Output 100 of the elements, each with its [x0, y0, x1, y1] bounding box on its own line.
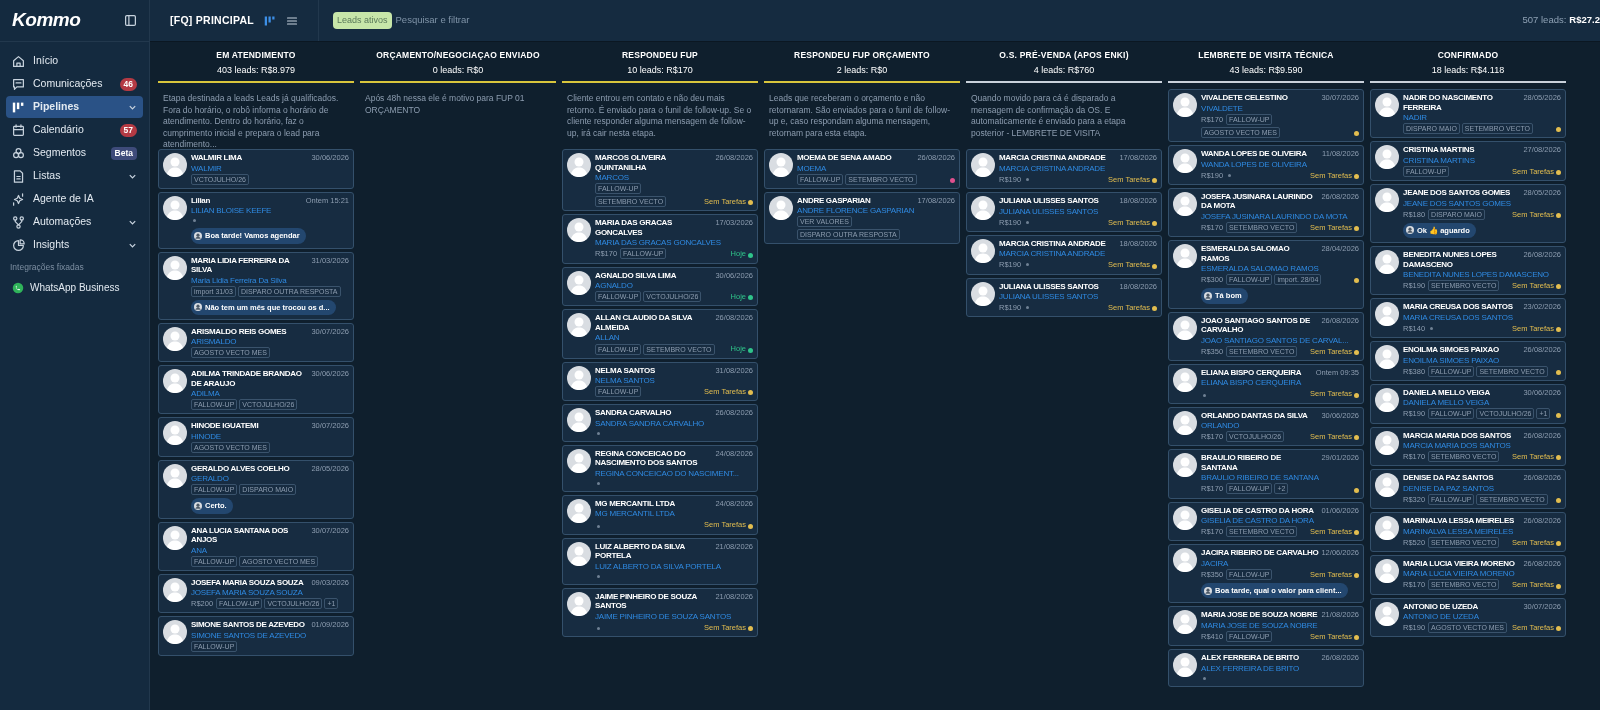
lead-name: MARIA LIDIA FERREIRA DA SILVA — [191, 255, 291, 275]
sender-icon — [1406, 226, 1414, 235]
contact-name[interactable]: ALLAN — [595, 332, 620, 344]
contact-name[interactable]: VIVALDETE — [1201, 102, 1243, 114]
contact-name[interactable]: ADILMA — [191, 388, 220, 400]
sidebar-item[interactable]: Segmentos Beta — [6, 142, 143, 164]
avatar-icon — [567, 365, 591, 390]
sender-icon — [194, 231, 202, 240]
contact-name[interactable]: ORLANDO — [1201, 420, 1240, 431]
avatar-icon — [1173, 505, 1197, 530]
contact-name[interactable]: ELIANA BISPO CERQUEIRA — [1201, 377, 1302, 389]
contact-name[interactable]: HINODE — [191, 430, 221, 442]
contact-name[interactable]: JAIME PINHEIRO DE SOUZA SANTOS — [595, 610, 732, 622]
sidebar-item[interactable]: Calendário 57 — [6, 119, 143, 141]
stage-description: Cliente entrou em contato e não deu mais retorno. É enviado para o funil de follow-up. Se o cliente responder alguma mensagem de follow-up, irá cair nesta etapa. — [566, 92, 753, 140]
contact-name[interactable]: MARIA DAS GRACAS GONCALVES — [595, 237, 721, 249]
contact-name[interactable]: MARCIA CRISTINA ANDRADE — [999, 248, 1106, 260]
contact-name[interactable]: BENEDITA NUNES LOPES DAMASCENO — [1403, 269, 1549, 280]
lead-name: MG MERCANTIL LTDA — [595, 498, 675, 509]
lead-name: ALEX FERREIRA DE BRITO — [1201, 653, 1299, 663]
contact-name[interactable]: REGINA CONCEICAO DO NASCIMENT... — [595, 467, 739, 479]
contact-name[interactable]: MARINALVA LESSA MEIRELES — [1403, 525, 1514, 537]
contact-name[interactable]: ESMERALDA SALOMAO RAMOS — [1201, 263, 1319, 274]
contact-name[interactable]: ANA — [191, 544, 207, 556]
sidebar-item[interactable]: Início — [6, 50, 143, 72]
contact-name[interactable]: SIMONE SANTOS DE AZEVEDO — [191, 629, 307, 641]
pinned-item[interactable]: WhatsApp Business — [6, 277, 143, 298]
sidebar-item[interactable]: Comunicações 46 — [6, 73, 143, 95]
avatar-icon — [1173, 93, 1197, 118]
stage-description: Etapa destinada a leads Leads já qualificados. Fora do horário, o robô informa o horário de atendimento. Dentro do horário, faz o cumprimento inicial e prepara o lead para atendimento... — [162, 92, 340, 150]
avatar-icon — [1375, 93, 1399, 118]
contact-name[interactable]: GERALDO — [191, 473, 229, 485]
contact-name[interactable]: ALEX FERREIRA DE BRITO — [1201, 662, 1300, 674]
lead-name: ANA LUCIA SANTANA DOS ANJOS — [191, 525, 290, 545]
avatar-icon — [163, 525, 187, 550]
avatar-icon — [1375, 387, 1399, 412]
contact-name[interactable]: MARCIA CRISTINA ANDRADE — [999, 162, 1106, 174]
avatar-icon — [1173, 315, 1197, 340]
sidebar-item[interactable]: Insights — [6, 234, 143, 256]
contact-name[interactable]: MARIA LUCIA VIEIRA MORENO — [1403, 568, 1515, 580]
contact-name[interactable]: JOSEFA MARIA SOUZA SOUZA — [191, 587, 303, 598]
sidebar-item[interactable]: Automações — [6, 211, 143, 233]
contact-name[interactable]: JOAO SANTIAGO SANTOS DE CARVAL... — [1201, 334, 1349, 346]
search-field[interactable]: Pesquisar e filtrar — [395, 13, 596, 28]
contact-name[interactable]: JULIANA ULISSES SANTOS — [999, 205, 1099, 217]
contact-name[interactable]: LUIZ ALBERTO DA SILVA PORTELA — [595, 560, 721, 572]
contact-name[interactable]: JEANE DOS SANTOS GOMES — [1403, 197, 1511, 209]
avatar-icon — [1173, 548, 1197, 573]
lead-name: JACIRA RIBEIRO DE CARVALHO — [1201, 548, 1319, 558]
contact-name[interactable]: JACIRA — [1201, 557, 1229, 569]
contact-name[interactable]: NADIR — [1403, 112, 1427, 124]
lead-name: HINODE IGUATEMI — [191, 421, 259, 431]
lead-name: SIMONE SANTOS DE AZEVEDO — [191, 620, 305, 630]
total-value: R$27.2 — [1569, 13, 1600, 28]
contact-name[interactable]: AGNALDO — [595, 280, 633, 291]
sidebar-item[interactable]: Listas — [6, 165, 143, 187]
stage-description: Quando movido para cá é disparado a mensagem de confirmação da OS. E automaticamente é enviado para a etapa posterior - LEMBRETE DE VISITA — [970, 92, 1127, 140]
contact-name[interactable]: BRAULIO RIBEIRO DE SANTANA — [1201, 472, 1319, 484]
sender-icon — [1204, 586, 1212, 595]
contact-name[interactable]: MARIA JOSE DE SOUZA NOBRE — [1201, 619, 1318, 631]
contact-name[interactable]: NELMA SANTOS — [595, 375, 655, 386]
contact-name[interactable]: WALMIR — [191, 162, 222, 174]
contact-name[interactable]: ANDRE FLORENCE GASPARIAN — [797, 205, 915, 217]
filter-chip[interactable]: Leads ativos — [333, 11, 392, 30]
lead-name: ALLAN CLAUDIO DA SILVA ALMEIDA — [595, 313, 693, 333]
contact-name[interactable]: JOSEFA JUSINARA LAURINDO DA MOTA — [1201, 210, 1348, 222]
avatar-icon — [1173, 191, 1197, 216]
lead-name: MOEMA DE SENA AMADO — [797, 153, 892, 163]
lead-name: JOSEFA JUSINARA LAURINDO DA MOTA — [1201, 191, 1314, 211]
avatar-icon — [567, 313, 591, 338]
contact-name[interactable]: MARIA CREUSA DOS SANTOS — [1403, 311, 1513, 323]
contact-name[interactable]: JULIANA ULISSES SANTOS — [999, 291, 1099, 302]
sidebar-item[interactable]: Pipelines — [6, 96, 143, 118]
avatar-icon — [1375, 345, 1399, 369]
pipeline-icon — [12, 100, 25, 114]
contact-name[interactable]: SANDRA SANDRA CARVALHO — [595, 417, 705, 429]
stage-description: Leads que receberam o orçamento e não retornaram. São enviados para o funil de follow-up e, caso respondam alguma mensagem, retornam para esta etapa. — [768, 92, 951, 140]
contact-name[interactable]: DENISE DA PAZ SANTOS — [1403, 482, 1494, 494]
contact-name[interactable]: ARISMALDO — [191, 336, 237, 348]
contact-name[interactable]: MG MERCANTIL LTDA — [595, 508, 675, 520]
lead-name: DANIELA MELLO VEIGA — [1403, 387, 1490, 398]
contact-name[interactable]: MARCIA MARIA DOS SANTOS — [1403, 440, 1511, 451]
contact-name[interactable]: ANTONIO DE UZEDA — [1403, 611, 1479, 622]
contact-name[interactable]: MARCOS — [595, 172, 629, 184]
segments-icon — [12, 146, 25, 160]
contact-name[interactable]: WANDA LOPES DE OLIVEIRA — [1201, 158, 1307, 170]
avatar-icon — [163, 463, 187, 488]
avatar-icon — [1375, 250, 1399, 274]
contact-name[interactable]: MOEMA — [797, 162, 827, 174]
contact-name[interactable]: Maria Lidia Ferreira Da Silva — [191, 274, 287, 286]
contact-name[interactable]: LILIAN BLOISE KEEFE — [191, 205, 272, 217]
sidebar-item[interactable]: Agente de IA — [6, 188, 143, 210]
count-badge: 57 — [119, 123, 137, 137]
contact-name[interactable]: GISELIA DE CASTRO DA HORA — [1201, 515, 1314, 526]
contact-name[interactable]: DANIELA MELLO VEIGA — [1403, 397, 1489, 409]
sender-icon — [194, 501, 202, 510]
column-header: O.S. PRÉ-VENDA (APOS ENKI) 4 leads: R$760 — [966, 42, 1162, 84]
sender-icon — [194, 303, 202, 312]
contact-name[interactable]: ENOILMA SIMOES PAIXAO — [1403, 354, 1500, 366]
contact-name[interactable]: CRISTINA MARTINS — [1403, 154, 1475, 166]
